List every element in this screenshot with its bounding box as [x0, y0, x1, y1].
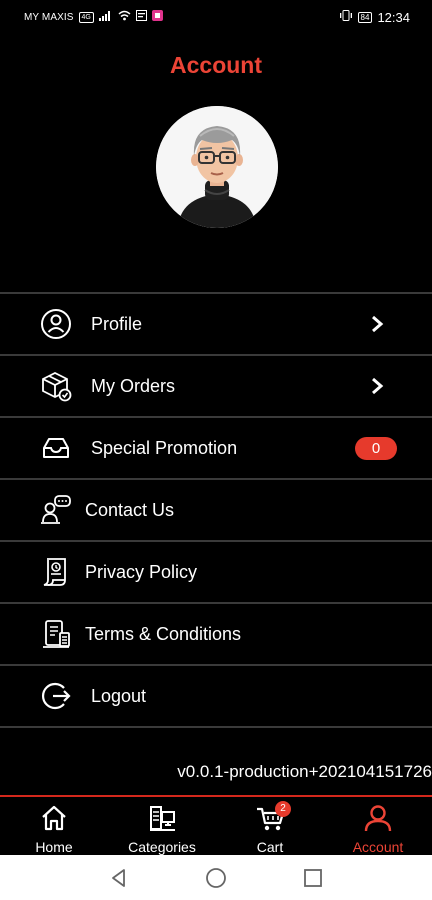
recents-icon[interactable]	[302, 867, 324, 889]
menu-item-profile[interactable]: Profile	[0, 294, 432, 356]
network-type-chip: 4G	[78, 11, 94, 23]
menu-item-terms-conditions[interactable]: Terms & Conditions	[0, 604, 432, 666]
avatar[interactable]	[156, 106, 278, 228]
clock: 12:34	[377, 9, 410, 25]
menu-item-label: Profile	[91, 313, 143, 334]
tab-home[interactable]: Home	[0, 797, 108, 855]
package-check-icon	[40, 370, 72, 402]
tab-cart[interactable]: 2 Cart	[216, 797, 324, 855]
avatar-illustration	[156, 106, 278, 228]
document-icon	[40, 556, 72, 588]
battery-level: 84	[360, 12, 370, 22]
menu-item-label: My Orders	[91, 375, 176, 396]
wifi-icon	[118, 10, 131, 24]
status-left: MY MAXIS 4G	[24, 10, 163, 24]
tab-categories[interactable]: Categories	[108, 797, 216, 855]
carrier-name: MY MAXIS	[24, 11, 74, 23]
cart-count-badge: 2	[275, 801, 291, 817]
menu-item-my-orders[interactable]: My Orders	[0, 356, 432, 418]
menu-item-logout[interactable]: Logout	[0, 666, 432, 728]
back-icon[interactable]	[108, 867, 130, 889]
menu-item-privacy-policy[interactable]: Privacy Policy	[0, 542, 432, 604]
menu-item-label: Terms & Conditions	[85, 623, 242, 644]
chevron-right-icon	[366, 312, 388, 336]
menu-item-label: Special Promotion	[91, 437, 238, 458]
vibrate-icon	[339, 10, 353, 24]
battery-icon: 84	[357, 11, 373, 23]
tab-label: Account	[352, 839, 404, 855]
menu-item-label: Logout	[91, 685, 147, 706]
status-right: 84 12:34	[339, 10, 410, 25]
inbox-tray-icon	[40, 432, 72, 464]
promotion-count-badge: 0	[355, 437, 397, 460]
menu-item-contact-us[interactable]: Contact Us	[0, 480, 432, 542]
bottom-tab-bar: Home Categories 2 Cart Account	[0, 795, 432, 855]
terms-document-icon	[40, 618, 72, 650]
account-menu: Profile My Orders Special Promotion 0 Co…	[0, 292, 432, 728]
home-circle-icon[interactable]	[205, 867, 227, 889]
status-bar: MY MAXIS 4G 84 12:34	[0, 0, 432, 34]
categories-icon	[147, 803, 177, 833]
logout-icon	[40, 680, 72, 712]
system-nav-bar	[0, 855, 432, 900]
menu-item-special-promotion[interactable]: Special Promotion 0	[0, 418, 432, 480]
account-icon	[363, 803, 393, 833]
message-notification-icon	[135, 10, 147, 24]
chevron-right-icon	[366, 374, 388, 398]
page-title: Account	[170, 52, 262, 78]
tab-label: Cart	[256, 839, 284, 855]
signal-icon	[98, 10, 113, 24]
app-version: v0.0.1-production+202104151726	[177, 762, 432, 781]
user-circle-icon	[40, 308, 72, 340]
tab-label: Categories	[128, 839, 196, 855]
menu-item-label: Contact Us	[85, 499, 175, 520]
app-notification-icon	[151, 10, 163, 24]
tab-label: Home	[35, 839, 73, 855]
tab-account[interactable]: Account	[324, 797, 432, 855]
home-icon	[39, 803, 69, 833]
support-chat-icon	[40, 494, 72, 526]
menu-item-label: Privacy Policy	[85, 561, 198, 582]
